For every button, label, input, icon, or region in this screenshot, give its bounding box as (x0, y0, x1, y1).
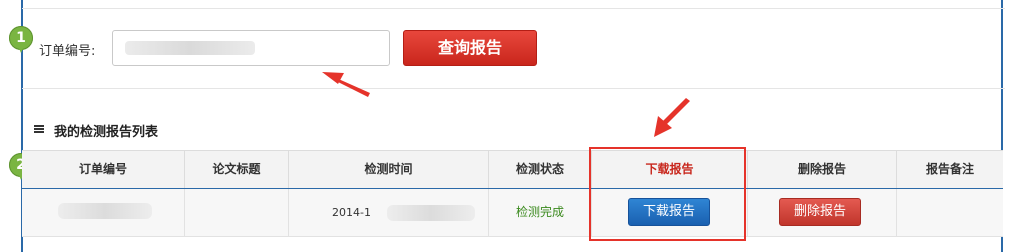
col-check-time: 检测时间 (289, 151, 489, 188)
report-table-header: 订单编号 论文标题 检测时间 检测状态 下载报告 删除报告 报告备注 (22, 150, 1003, 190)
redacted-check-time (387, 205, 475, 221)
cell-paper-title (185, 189, 289, 236)
cell-check-time: 2014-1 (289, 189, 489, 236)
list-icon (34, 125, 44, 134)
arrow-to-download (654, 98, 690, 137)
col-check-status: 检测状态 (489, 151, 592, 188)
col-delete-report: 删除报告 (748, 151, 897, 188)
download-highlight-box (589, 147, 746, 241)
col-order-number: 订单编号 (22, 151, 185, 188)
check-time-value: 2014-1 (332, 206, 371, 219)
cell-order-number (22, 189, 185, 236)
report-list-title: 我的检测报告列表 (54, 125, 159, 140)
cell-remarks (897, 189, 1003, 236)
redacted-order-number (58, 203, 152, 219)
col-report-remarks: 报告备注 (925, 162, 974, 176)
delete-report-button[interactable]: 删除报告 (779, 198, 861, 226)
arrow-to-input (322, 72, 370, 97)
cell-check-status: 检测完成 (489, 189, 592, 236)
col-paper-title: 论文标题 (185, 151, 289, 188)
